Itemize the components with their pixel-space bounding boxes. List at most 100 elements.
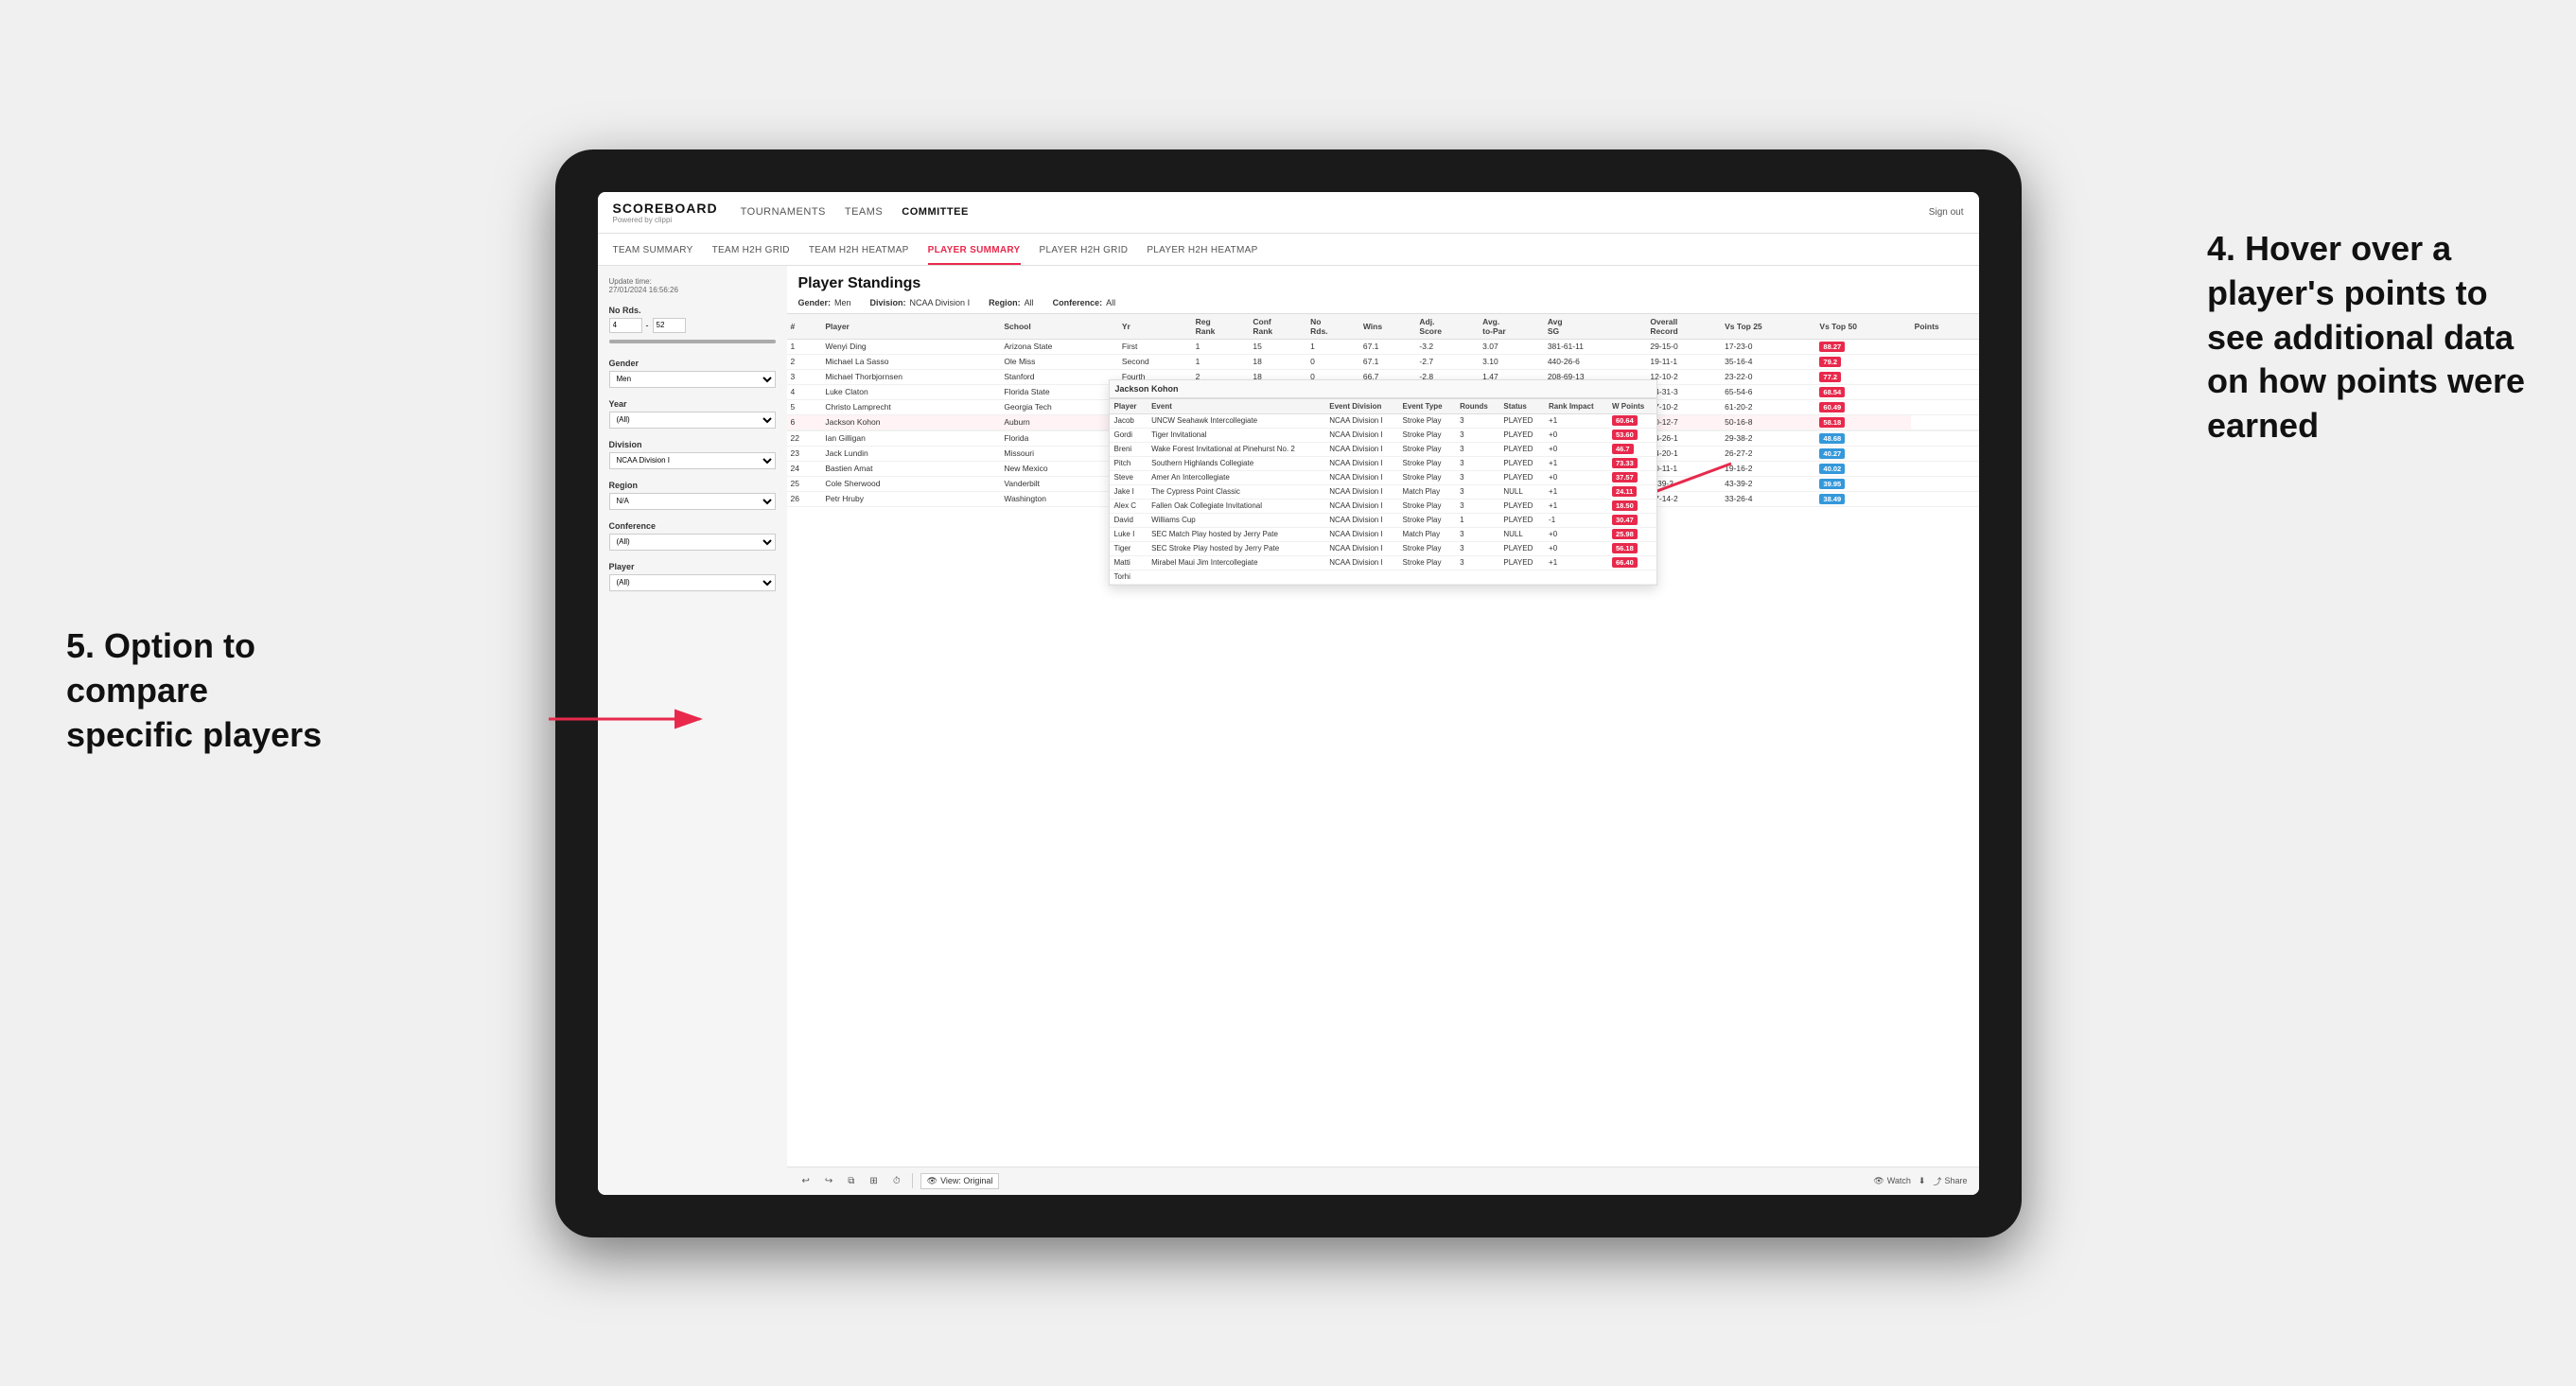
tablet-screen: SCOREBOARD Powered by clippi TOURNAMENTS… bbox=[598, 192, 1979, 1195]
tab-team-h2h-heatmap[interactable]: TEAM H2H HEATMAP bbox=[809, 245, 909, 265]
col-player: Player bbox=[821, 313, 1000, 339]
w-points[interactable]: 53.60 bbox=[1612, 430, 1638, 440]
conference-select[interactable]: (All) bbox=[609, 534, 776, 551]
no-rds-min-input[interactable] bbox=[609, 318, 642, 333]
points-value[interactable]: 40.27 bbox=[1819, 448, 1845, 459]
download-button[interactable]: ⬇ bbox=[1919, 1176, 1926, 1186]
w-points[interactable]: 18.50 bbox=[1612, 500, 1638, 511]
points-value[interactable]: 60.49 bbox=[1819, 402, 1845, 412]
data-table-wrapper: # Player School Yr RegRank ConfRank NoRd… bbox=[787, 313, 1979, 1167]
nav-items: TOURNAMENTS TEAMS COMMITTEE bbox=[741, 202, 1929, 221]
w-points[interactable]: 66.40 bbox=[1612, 557, 1638, 568]
region-select[interactable]: N/A bbox=[609, 493, 776, 510]
tab-player-h2h-heatmap[interactable]: PLAYER H2H HEATMAP bbox=[1147, 245, 1257, 265]
conference-chip: Conference: All bbox=[1053, 298, 1116, 307]
division-filter: Division NCAA Division I bbox=[609, 440, 776, 469]
points-value[interactable]: 77.2 bbox=[1819, 372, 1841, 382]
download-icon: ⬇ bbox=[1919, 1176, 1926, 1186]
points-value[interactable]: 40.02 bbox=[1819, 464, 1845, 474]
popup-row: Pitch Southern Highlands Collegiate NCAA… bbox=[1110, 456, 1656, 470]
logo-subtitle: Powered by clippi bbox=[613, 216, 718, 224]
col-overall-record: OverallRecord bbox=[1646, 313, 1721, 339]
conference-filter: Conference (All) bbox=[609, 521, 776, 551]
year-select[interactable]: (All) bbox=[609, 412, 776, 429]
gender-select[interactable]: Men Women bbox=[609, 371, 776, 388]
popup-title: Jackson Kohon bbox=[1110, 380, 1656, 398]
points-value[interactable]: 38.49 bbox=[1819, 494, 1845, 504]
toolbar-right: 👁 Watch ⬇ ⤴ Share bbox=[1873, 1175, 1967, 1187]
nav-tournaments[interactable]: TOURNAMENTS bbox=[741, 202, 826, 221]
redo-button[interactable]: ↪ bbox=[821, 1174, 836, 1188]
table-header: Player Standings Gender: Men Division: N… bbox=[787, 266, 1979, 313]
col-yr: Yr bbox=[1118, 313, 1192, 339]
sign-out-button[interactable]: Sign out bbox=[1929, 207, 1964, 218]
col-school: School bbox=[1000, 313, 1118, 339]
clock-button[interactable]: ⏱ bbox=[889, 1174, 904, 1188]
col-rank: # bbox=[787, 313, 822, 339]
paste-button[interactable]: ⊞ bbox=[866, 1174, 881, 1188]
w-points[interactable]: 60.64 bbox=[1612, 415, 1638, 426]
tab-player-summary[interactable]: PLAYER SUMMARY bbox=[928, 245, 1021, 265]
popup-row: Steve Amer An Intercollegiate NCAA Divis… bbox=[1110, 470, 1656, 484]
w-points[interactable]: 56.18 bbox=[1612, 543, 1638, 553]
sub-navigation: TEAM SUMMARY TEAM H2H GRID TEAM H2H HEAT… bbox=[598, 234, 1979, 266]
share-button[interactable]: ⤴ Share bbox=[1933, 1175, 1967, 1187]
points-value[interactable]: 88.27 bbox=[1819, 342, 1845, 352]
undo-button[interactable]: ↩ bbox=[798, 1174, 814, 1188]
division-chip: Division: NCAA Division I bbox=[870, 298, 971, 307]
no-rds-max-input[interactable] bbox=[653, 318, 686, 333]
popup-row: Breni Wake Forest Invitational at Pinehu… bbox=[1110, 442, 1656, 456]
region-filter: Region N/A bbox=[609, 481, 776, 510]
popup-row: Matti Mirabel Maui Jim Intercollegiate N… bbox=[1110, 555, 1656, 570]
update-time: Update time: 27/01/2024 16:56:26 bbox=[609, 277, 776, 294]
view-original-button[interactable]: 👁 View: Original bbox=[920, 1173, 1000, 1189]
popup-detail-table: Player Event Event Division Event Type R… bbox=[1110, 398, 1656, 585]
popup-row: Torhi bbox=[1110, 570, 1656, 584]
nav-teams[interactable]: TEAMS bbox=[845, 202, 883, 221]
region-chip: Region: All bbox=[989, 298, 1034, 307]
w-points[interactable]: 73.33 bbox=[1612, 458, 1638, 468]
no-rds-slider[interactable] bbox=[609, 340, 776, 343]
annotation-left-text: 5. Option to compare specific players bbox=[66, 624, 331, 757]
col-reg-rank: RegRank bbox=[1192, 313, 1250, 339]
points-value[interactable]: 68.54 bbox=[1819, 387, 1845, 397]
watch-button[interactable]: 👁 Watch bbox=[1873, 1176, 1911, 1186]
col-conf-rank: ConfRank bbox=[1249, 313, 1306, 339]
points-value[interactable]: 79.2 bbox=[1819, 357, 1841, 367]
tablet-device: SCOREBOARD Powered by clippi TOURNAMENTS… bbox=[555, 149, 2022, 1237]
no-rds-range: - bbox=[609, 318, 776, 333]
col-avg-to-par: Avg.to-Par bbox=[1479, 313, 1544, 339]
bottom-toolbar: ↩ ↪ ⧉ ⊞ ⏱ 👁 View: Original 👁 Watch bbox=[787, 1167, 1979, 1195]
w-points[interactable]: 30.47 bbox=[1612, 515, 1638, 525]
player-select[interactable]: (All) bbox=[609, 574, 776, 591]
popup-row: Tiger SEC Stroke Play hosted by Jerry Pa… bbox=[1110, 541, 1656, 555]
w-points[interactable]: 37.57 bbox=[1612, 472, 1638, 482]
popup-row: Luke I SEC Match Play hosted by Jerry Pa… bbox=[1110, 527, 1656, 541]
popup-row: Jacob UNCW Seahawk Intercollegiate NCAA … bbox=[1110, 413, 1656, 428]
annotation-right-text: 4. Hover over a player's points to see a… bbox=[2207, 227, 2529, 448]
points-value[interactable]: 48.68 bbox=[1819, 433, 1845, 444]
points-value[interactable]: 39.95 bbox=[1819, 479, 1845, 489]
points-value-hovered[interactable]: 58.18 bbox=[1819, 417, 1845, 428]
col-wins: Wins bbox=[1359, 313, 1416, 339]
copy-button[interactable]: ⧉ bbox=[844, 1174, 858, 1188]
tab-team-summary[interactable]: TEAM SUMMARY bbox=[613, 245, 693, 265]
w-points[interactable]: 25.98 bbox=[1612, 529, 1638, 539]
tab-player-h2h-grid[interactable]: PLAYER H2H GRID bbox=[1040, 245, 1129, 265]
view-label: View: Original bbox=[940, 1176, 992, 1185]
col-vs-top-50: Vs Top 50 bbox=[1815, 313, 1910, 339]
popup-row: Jake I The Cypress Point Classic NCAA Di… bbox=[1110, 484, 1656, 499]
watch-icon: 👁 bbox=[1873, 1176, 1884, 1186]
tab-team-h2h-grid[interactable]: TEAM H2H GRID bbox=[712, 245, 790, 265]
popup-row: David Williams Cup NCAA Division I Strok… bbox=[1110, 513, 1656, 527]
popup-row: Alex C Fallen Oak Collegiate Invitationa… bbox=[1110, 499, 1656, 513]
col-adj-score: Adj.Score bbox=[1415, 313, 1479, 339]
right-panel: Player Standings Gender: Men Division: N… bbox=[787, 266, 1979, 1195]
year-filter: Year (All) bbox=[609, 399, 776, 429]
w-points[interactable]: 46.7 bbox=[1612, 444, 1634, 454]
division-select[interactable]: NCAA Division I bbox=[609, 452, 776, 469]
nav-committee[interactable]: COMMITTEE bbox=[902, 202, 969, 221]
w-points[interactable]: 24.11 bbox=[1612, 486, 1637, 497]
share-icon: ⤴ bbox=[1933, 1175, 1941, 1187]
table-filter-row: Gender: Men Division: NCAA Division I Re… bbox=[798, 298, 1968, 307]
